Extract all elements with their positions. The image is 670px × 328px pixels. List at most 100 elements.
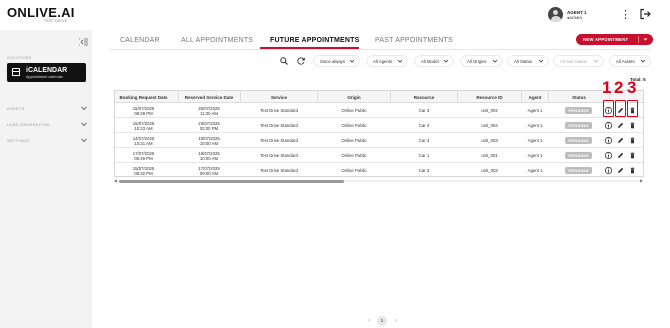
cell-resource: Car 1 <box>418 153 430 158</box>
chevron-down-icon <box>492 59 498 63</box>
cell-origin: Online Public <box>341 153 367 158</box>
filter-label: All Agents <box>373 58 393 64</box>
tab-calendar[interactable]: CALENDAR <box>120 37 160 44</box>
status-badge: PENDING <box>565 167 592 174</box>
app-logo[interactable]: ONLIVE.AI <box>7 5 75 20</box>
cell-reserved: 25/07/2025 11:30 AM <box>178 106 240 116</box>
cell-agent: Agent 1 <box>527 168 543 173</box>
sidebar-item-icalendar[interactable]: iCALENDAR Appointment calendar <box>7 63 86 82</box>
cell-resource-id: unit_003 <box>481 168 498 173</box>
sidebar-item-settings[interactable]: SETTINGS <box>7 136 88 146</box>
cell-booking: 15/07/2025 08:32 PM <box>115 166 172 176</box>
info-icon[interactable] <box>604 136 613 145</box>
table-row[interactable]: 15/07/2025 08:32 PM 17/07/2025 09:00 AM Test… <box>115 163 643 176</box>
cell-time: 09:00 AM <box>199 170 219 176</box>
filter-label: All Status <box>514 58 533 64</box>
edit-icon[interactable] <box>616 151 625 160</box>
sidebar-collapse-icon[interactable] <box>78 38 88 46</box>
cell-time: 10:23 AM <box>134 125 153 131</box>
status-badge: PENDING <box>565 137 592 144</box>
edit-icon[interactable] <box>616 121 625 130</box>
table-row[interactable]: 15/07/2025 10:23 AM 23/07/2025 02:00 PM Test… <box>115 118 643 133</box>
scroll-right-arrow[interactable]: ▶ <box>640 179 644 183</box>
cell-time: 08:32 PM <box>134 170 153 176</box>
icalendar-subtitle: Appointment calendar <box>26 75 63 79</box>
annotation-box-3 <box>627 100 638 117</box>
scroll-thumb[interactable] <box>119 179 344 183</box>
sidebar-item-lead-generation[interactable]: LEAD GENERATION <box>7 120 88 130</box>
table-row[interactable]: 15/07/2025 08:28 PM 25/07/2025 11:30 AM Test… <box>115 103 643 118</box>
tab-future-appointments[interactable]: FUTURE APPOINTMENTS <box>270 37 360 44</box>
table-row[interactable]: 14/07/2025 10:21 AM 18/07/2025 10:00 AM Test… <box>115 133 643 148</box>
sidebar-item-label: SETTINGS <box>7 138 30 143</box>
column-header[interactable]: Origin <box>318 95 390 100</box>
filter-status[interactable]: All Status <box>508 56 548 66</box>
column-header[interactable]: Booking Request Date <box>115 95 172 100</box>
chevron-down-icon <box>81 122 87 127</box>
sidebar-item-assets[interactable]: ASSETS <box>7 104 88 114</box>
logout-icon[interactable] <box>639 8 651 20</box>
trash-icon[interactable] <box>628 166 637 175</box>
column-header[interactable]: Service <box>241 95 317 100</box>
cell-agent: Agent 1 <box>527 108 543 113</box>
cell-resource-id: unit_002 <box>481 108 498 113</box>
pagination-prev-button[interactable]: ‹ <box>365 316 373 326</box>
filter-sub-status: All Sub Status <box>554 56 603 66</box>
cell-agent: Agent 1 <box>527 153 543 158</box>
trash-icon[interactable] <box>628 121 637 130</box>
column-header[interactable]: Status <box>549 95 609 100</box>
cell-origin: Online Public <box>341 168 367 173</box>
tab-past-appointments[interactable]: PAST APPOINTMENTS <box>375 37 453 44</box>
annotation-box-1 <box>603 100 614 117</box>
filter-date[interactable]: Since always <box>314 56 359 66</box>
cell-time: 02:00 PM <box>199 125 219 131</box>
edit-icon[interactable] <box>616 136 625 145</box>
search-icon[interactable] <box>279 56 289 66</box>
cell-origin: Online Public <box>341 123 367 128</box>
edit-icon[interactable] <box>616 166 625 175</box>
cell-time: 06:49 PM <box>134 155 153 161</box>
filter-agents[interactable]: All Agents <box>367 56 407 66</box>
table-row[interactable]: 17/07/2025 06:49 PM 18/07/2025 10:00 AM Test… <box>115 148 643 163</box>
cell-resource: Car 4 <box>418 123 430 128</box>
cell-resource: Car 3 <box>418 168 430 173</box>
filter-model[interactable]: All Model <box>415 56 453 66</box>
cell-reserved: 17/07/2025 09:00 AM <box>178 166 240 176</box>
filter-assets[interactable]: All Assets <box>610 56 650 66</box>
trash-icon[interactable] <box>628 151 637 160</box>
avatar[interactable] <box>548 7 563 22</box>
annotation-number-1: 1 <box>602 78 612 97</box>
cell-booking: 15/07/2025 08:28 PM <box>115 106 172 116</box>
column-header[interactable]: Resource ID <box>458 95 521 100</box>
filter-label: All Model <box>421 58 439 64</box>
pagination-current-page[interactable]: 1 <box>377 316 387 326</box>
cell-resource: Car 3 <box>418 138 430 143</box>
filter-label: Since always <box>320 58 346 64</box>
info-icon[interactable] <box>604 121 613 130</box>
cell-agent: Agent 1 <box>527 138 543 143</box>
kebab-menu-icon[interactable]: ⋮ <box>620 9 631 21</box>
cell-booking: 15/07/2025 10:23 AM <box>115 121 172 131</box>
filter-label: All Origins <box>467 58 487 64</box>
cell-booking: 14/07/2025 10:21 AM <box>115 136 172 146</box>
horizontal-scrollbar[interactable]: ◀ ▶ <box>114 179 644 183</box>
column-header[interactable]: Reserved Service Date <box>178 95 240 100</box>
chevron-down-icon <box>81 138 87 143</box>
main-content: CALENDAR ALL APPOINTMENTS FUTURE APPOINT… <box>92 30 670 328</box>
chevron-down-icon <box>593 59 599 63</box>
refresh-icon[interactable] <box>296 56 306 66</box>
cell-service: Test Drive Standard <box>260 138 298 143</box>
cell-resource: Car 3 <box>418 108 430 113</box>
info-icon[interactable] <box>604 166 613 175</box>
cell-service: Test Drive Standard <box>260 168 298 173</box>
pagination-next-button[interactable]: › <box>392 316 400 326</box>
filter-origins[interactable]: All Origins <box>461 56 502 66</box>
info-icon[interactable] <box>604 151 613 160</box>
tab-all-appointments[interactable]: ALL APPOINTMENTS <box>181 37 253 44</box>
column-header[interactable]: Resource <box>391 95 457 100</box>
trash-icon[interactable] <box>628 136 637 145</box>
chevron-down-icon[interactable] <box>642 36 649 43</box>
sidebar-item-label: ASSETS <box>7 106 25 111</box>
new-appointment-button[interactable]: NEW APPOINTMENT <box>576 34 653 45</box>
column-header[interactable]: Agent <box>522 95 548 100</box>
